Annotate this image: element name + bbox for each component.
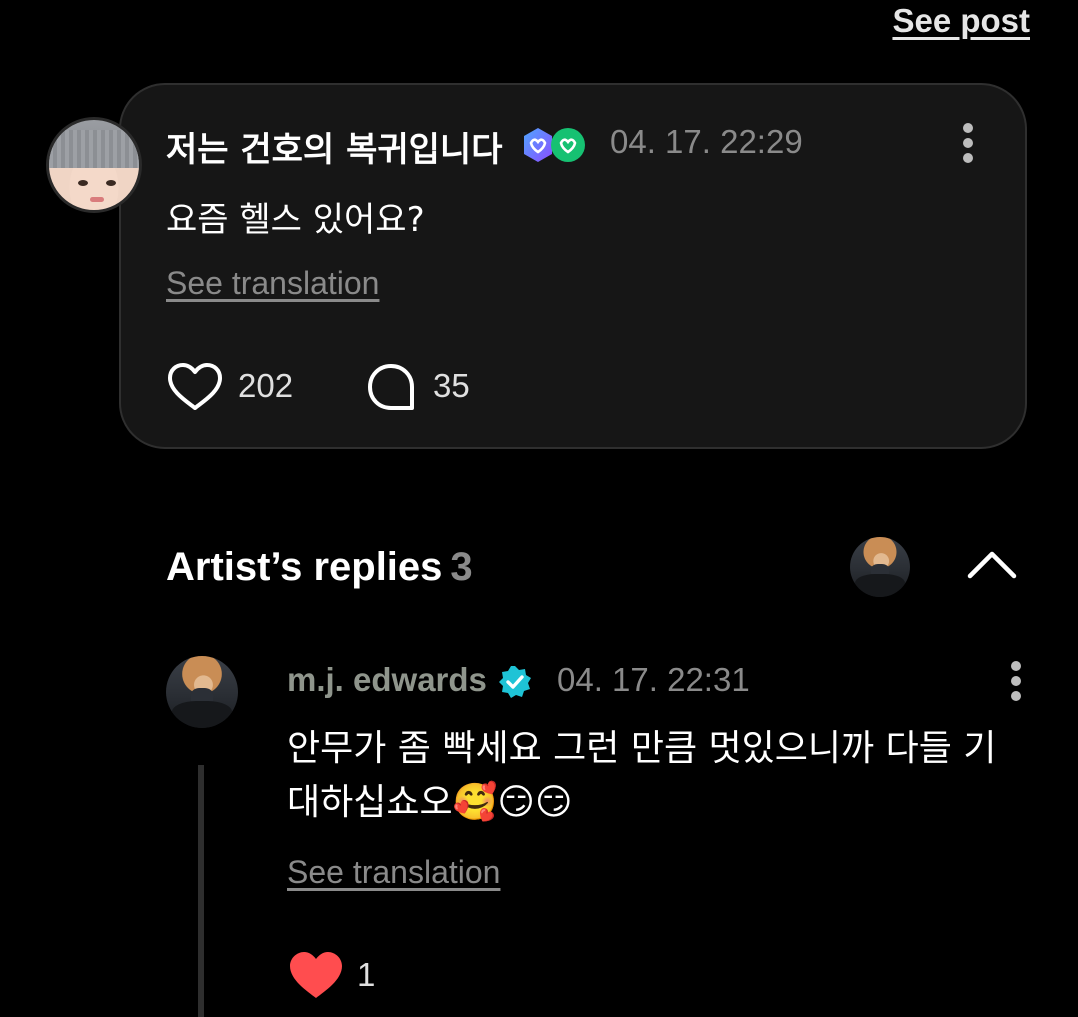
heart-filled-icon — [290, 952, 342, 998]
artist-replies-header: Artist’s replies 3 — [166, 545, 473, 590]
heart-outline-icon — [168, 363, 222, 410]
fan-avatar[interactable] — [46, 117, 142, 213]
verified-badge-icon — [497, 664, 533, 700]
see-post-link[interactable]: See post — [892, 2, 1030, 40]
artist-username[interactable]: m.j. edwards — [287, 661, 487, 699]
post-timestamp: 04. 17. 22:29 — [610, 123, 803, 160]
artist-replies-title: Artist’s replies — [166, 545, 443, 589]
post-like-button[interactable]: 202 — [166, 362, 306, 414]
reply-more-button[interactable] — [1004, 659, 1028, 703]
post-comment-count: 35 — [433, 367, 470, 404]
artist-username-text: m.j. edwards — [287, 661, 487, 698]
artist-avatar[interactable] — [166, 656, 238, 728]
reply-thread-line — [198, 765, 204, 1017]
membership-badges — [521, 127, 587, 163]
fan-username[interactable]: 저는 건호의 복귀입니다 — [166, 122, 502, 171]
artist-mini-avatar[interactable] — [850, 537, 910, 597]
reply-text: 안무가 좀 빡세요 그런 만큼 멋있으니까 다들 기대하십쇼오🥰😏😏 — [287, 728, 997, 823]
reply-timestamp: 04. 17. 22:31 — [557, 661, 750, 698]
collapse-replies-button[interactable] — [966, 548, 1018, 582]
post-see-translation-link[interactable]: See translation — [166, 265, 379, 302]
reply-like-button[interactable]: 1 — [287, 950, 397, 1002]
post-text: 요즘 헬스 있어요? — [166, 200, 425, 240]
comment-bubble-icon — [368, 364, 414, 410]
more-vertical-icon — [963, 123, 973, 133]
chevron-up-icon — [967, 551, 1017, 579]
post-comment-button[interactable]: 35 — [366, 362, 486, 414]
reply-see-translation-link[interactable]: See translation — [287, 854, 500, 891]
reply-like-count: 1 — [357, 956, 376, 993]
artist-replies-count: 3 — [450, 545, 473, 589]
membership-badge-icon — [524, 128, 585, 162]
more-vertical-icon — [1011, 661, 1021, 671]
post-like-count: 202 — [238, 367, 294, 404]
post-more-button[interactable] — [956, 121, 980, 165]
fan-username-text: 저는 건호의 복귀입니다 — [166, 130, 503, 170]
